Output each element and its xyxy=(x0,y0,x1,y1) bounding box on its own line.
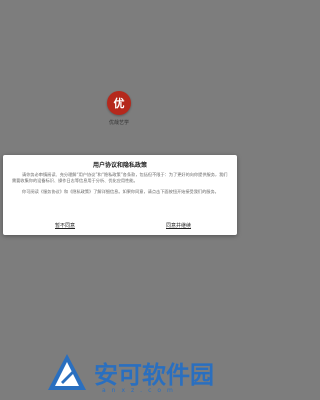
watermark-logo-icon xyxy=(48,354,86,390)
dialog-paragraph-2: 你可阅读《服务协议》和《隐私政策》了解详细信息。如果你同意，请点击下面按钮开始接… xyxy=(22,189,219,194)
app-name: 优哉艺学 xyxy=(108,120,129,126)
dialog-paragraph-1: 请你务必审慎阅读、充分理解“用户协议”和“隐私政策”各条款，包括但不限于：为了更… xyxy=(12,172,228,183)
app-logo: 优 xyxy=(107,91,131,115)
dialog-title: 用户协议和隐私政策 xyxy=(92,162,147,169)
agree-button[interactable]: 同意并继续 xyxy=(166,222,191,229)
watermark-text: 安可软件园 xyxy=(94,360,214,389)
dialog-body: 请你务必审慎阅读、充分理解“用户协议”和“隐私政策”各条款，包括但不限于：为了更… xyxy=(12,172,228,195)
watermark-subtext: anxz.com xyxy=(102,387,179,394)
app-logo-text: 优 xyxy=(113,97,125,110)
privacy-dialog: 用户协议和隐私政策 请你务必审慎阅读、充分理解“用户协议”和“隐私政策”各条款，… xyxy=(3,155,237,235)
disagree-button[interactable]: 暂不同意 xyxy=(55,222,75,229)
